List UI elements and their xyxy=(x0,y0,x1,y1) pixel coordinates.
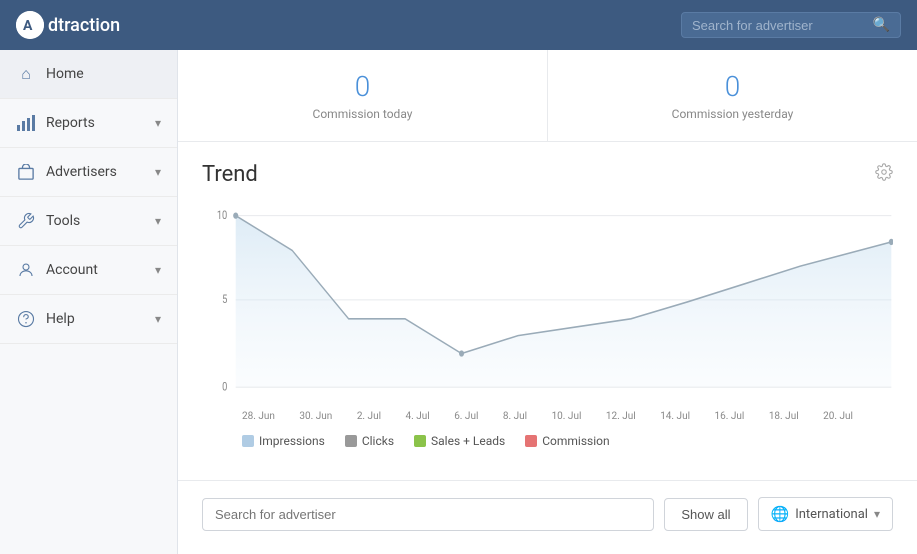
chevron-down-icon: ▾ xyxy=(155,214,161,228)
header-search-input[interactable] xyxy=(692,18,867,33)
legend-color-clicks xyxy=(345,435,357,447)
svg-text:10: 10 xyxy=(217,208,228,222)
chart-header: Trend xyxy=(202,162,893,187)
stats-row: 0 Commission today 0 Commission yesterda… xyxy=(178,50,917,142)
sidebar-item-label: Tools xyxy=(46,213,80,229)
tools-icon xyxy=(16,211,36,231)
legend-clicks: Clicks xyxy=(345,434,394,448)
sidebar-item-tools[interactable]: Tools ▾ xyxy=(0,197,177,246)
svg-text:5: 5 xyxy=(222,292,227,306)
trend-chart: 10 5 0 xyxy=(202,203,893,403)
chevron-down-icon: ▾ xyxy=(155,165,161,179)
commission-today-label: Commission today xyxy=(313,107,413,121)
x-label: 2. Jul xyxy=(357,411,381,422)
bottom-toolbar: Show all 🌐 International ▾ xyxy=(178,480,917,547)
legend-color-commission xyxy=(525,435,537,447)
x-label: 28. Jun xyxy=(242,411,275,422)
sidebar-item-label: Home xyxy=(46,66,84,82)
legend-label-commission: Commission xyxy=(542,434,609,448)
home-icon: ⌂ xyxy=(16,64,36,84)
legend-commission: Commission xyxy=(525,434,609,448)
legend-impressions: Impressions xyxy=(242,434,325,448)
x-label: 6. Jul xyxy=(454,411,478,422)
chart-svg: 10 5 0 xyxy=(202,203,893,403)
logo-text: dtraction xyxy=(48,15,120,36)
sidebar-item-home[interactable]: ⌂ Home xyxy=(0,50,177,99)
sidebar: ⌂ Home Reports ▾ xyxy=(0,50,178,554)
x-label: 12. Jul xyxy=(606,411,636,422)
globe-icon: 🌐 xyxy=(771,505,790,523)
sidebar-item-help[interactable]: Help ▾ xyxy=(0,295,177,344)
advertiser-search-input[interactable] xyxy=(202,498,654,531)
x-label: 4. Jul xyxy=(406,411,430,422)
x-label: 10. Jul xyxy=(552,411,582,422)
legend-label-impressions: Impressions xyxy=(259,434,325,448)
svg-text:A: A xyxy=(23,18,33,34)
gear-icon[interactable] xyxy=(875,163,893,186)
logo-icon: A xyxy=(16,11,44,39)
chart-section: Trend 10 5 0 xyxy=(178,142,917,480)
commission-yesterday-value: 0 xyxy=(725,70,741,103)
help-icon xyxy=(16,309,36,329)
stat-commission-yesterday: 0 Commission yesterday xyxy=(548,50,917,141)
logo: A dtraction xyxy=(16,11,120,39)
show-all-button[interactable]: Show all xyxy=(664,498,747,531)
x-label: 20. Jul xyxy=(823,411,853,422)
commission-today-value: 0 xyxy=(355,70,371,103)
search-icon: 🔍 xyxy=(873,17,890,33)
sidebar-item-label: Advertisers xyxy=(46,164,117,180)
international-dropdown[interactable]: 🌐 International ▾ xyxy=(758,497,893,531)
chevron-down-icon: ▾ xyxy=(155,116,161,130)
reports-icon xyxy=(16,113,36,133)
header: A dtraction 🔍 xyxy=(0,0,917,50)
sidebar-item-label: Reports xyxy=(46,115,95,131)
legend-color-sales-leads xyxy=(414,435,426,447)
legend-sales-leads: Sales + Leads xyxy=(414,434,505,448)
account-icon xyxy=(16,260,36,280)
svg-text:0: 0 xyxy=(222,379,227,393)
header-search-box[interactable]: 🔍 xyxy=(681,12,901,38)
layout: ⌂ Home Reports ▾ xyxy=(0,50,917,554)
commission-yesterday-label: Commission yesterday xyxy=(672,107,794,121)
international-label: International xyxy=(795,507,868,522)
chevron-down-icon: ▾ xyxy=(155,263,161,277)
sidebar-item-account[interactable]: Account ▾ xyxy=(0,246,177,295)
legend-label-sales-leads: Sales + Leads xyxy=(431,434,505,448)
dropdown-arrow-icon: ▾ xyxy=(874,507,880,521)
stat-commission-today: 0 Commission today xyxy=(178,50,548,141)
x-label: 16. Jul xyxy=(715,411,745,422)
sidebar-item-reports[interactable]: Reports ▾ xyxy=(0,99,177,148)
x-label: 14. Jul xyxy=(660,411,690,422)
advertisers-icon xyxy=(16,162,36,182)
legend-label-clicks: Clicks xyxy=(362,434,394,448)
x-axis-labels: 28. Jun 30. Jun 2. Jul 4. Jul 6. Jul 8. … xyxy=(202,411,893,422)
sidebar-item-advertisers[interactable]: Advertisers ▾ xyxy=(0,148,177,197)
sidebar-item-label: Account xyxy=(46,262,98,278)
chart-title: Trend xyxy=(202,162,258,187)
chevron-down-icon: ▾ xyxy=(155,312,161,326)
x-label: 8. Jul xyxy=(503,411,527,422)
x-label: 30. Jun xyxy=(299,411,332,422)
main-content: 0 Commission today 0 Commission yesterda… xyxy=(178,50,917,554)
x-label: 18. Jul xyxy=(769,411,799,422)
chart-legend: Impressions Clicks Sales + Leads Commiss… xyxy=(202,434,893,448)
legend-color-impressions xyxy=(242,435,254,447)
sidebar-item-label: Help xyxy=(46,311,75,327)
